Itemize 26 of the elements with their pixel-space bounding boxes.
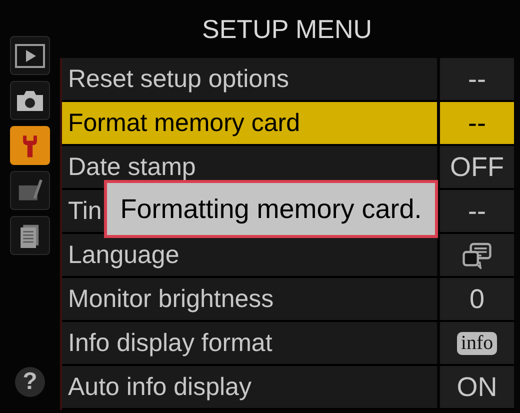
item-value: ON [456, 372, 498, 402]
menu-tab[interactable] [10, 171, 50, 210]
menu-tab[interactable] [10, 81, 50, 120]
item-value: -- [468, 64, 486, 94]
item-label: Language [68, 240, 180, 270]
item-label: Tin [68, 196, 102, 226]
item-value: -- [468, 196, 486, 226]
play-icon [15, 44, 45, 68]
item-label: Info display format [68, 328, 272, 358]
item-value: -- [468, 108, 486, 138]
speech-bubble-icon [462, 242, 492, 268]
item-label: Reset setup options [68, 64, 289, 94]
item-value: OFF [450, 152, 504, 182]
item-label: Format memory card [68, 108, 300, 138]
brush-icon [16, 178, 44, 204]
menu-tab[interactable] [10, 36, 50, 75]
item-label: Date stamp [68, 152, 196, 182]
camera-icon [15, 88, 45, 112]
dialog-message: Formatting memory card. [120, 194, 422, 224]
menu-tab[interactable] [10, 216, 50, 255]
help-icon: ? [15, 367, 45, 397]
menu-title: SETUP MENU [202, 12, 372, 46]
item-value: 0 [469, 284, 485, 314]
info-badge: info [456, 332, 498, 354]
item-label: Monitor brightness [68, 284, 274, 314]
item-label: Auto info display [68, 372, 252, 402]
